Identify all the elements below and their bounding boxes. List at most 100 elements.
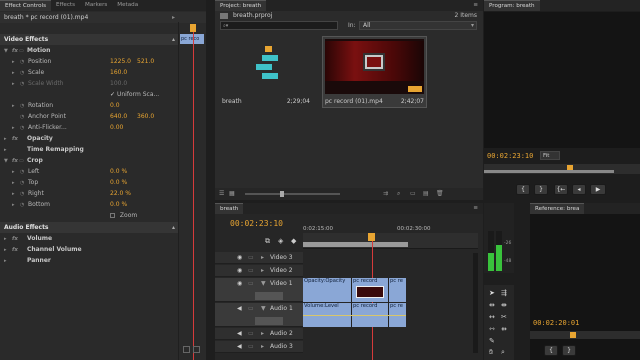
effect-zoom-icon[interactable] — [183, 346, 190, 353]
rolling-edit-tool-icon[interactable]: ⇼ — [501, 301, 507, 309]
tab-markers[interactable]: Markers — [80, 0, 112, 11]
project-item-sequence[interactable]: breath 2;29;04 — [220, 36, 312, 108]
mark-out-button[interactable]: } — [534, 184, 548, 195]
delete-icon[interactable]: 🗑︎ — [436, 190, 444, 197]
crop-top-value[interactable]: 0.0 % — [110, 177, 127, 188]
crop-bottom-value[interactable]: 0.0 % — [110, 199, 127, 210]
tab-program[interactable]: Program: breath — [484, 0, 540, 11]
eye-icon[interactable]: ◉ — [237, 254, 242, 261]
panel-menu-icon[interactable]: ≡ — [468, 0, 483, 11]
icon-view-icon[interactable]: ▦ — [229, 190, 235, 197]
position-y-value[interactable]: 521.0 — [137, 56, 154, 67]
selection-tool-icon[interactable]: ➤ — [489, 289, 495, 297]
new-bin-icon[interactable]: ▭ — [410, 190, 416, 197]
reference-mark-in-button[interactable]: { — [544, 345, 558, 356]
lock-icon[interactable]: ▭ — [248, 267, 254, 274]
mark-in-button[interactable]: { — [516, 184, 530, 195]
speaker-icon[interactable]: ◀︎ — [237, 330, 242, 337]
slide-tool-icon[interactable]: ⇻ — [501, 325, 507, 333]
crop-right-value[interactable]: 22.0 % — [110, 188, 131, 199]
zoom-checkbox[interactable] — [110, 213, 115, 218]
zoom-tool-icon[interactable]: ⌕ — [501, 348, 505, 357]
expand-triangle-icon[interactable]: ▸ — [261, 343, 264, 350]
zoom-slider-thumb[interactable] — [280, 191, 284, 197]
slip-tool-icon[interactable]: ⇿ — [489, 325, 495, 333]
fit-select[interactable]: Fit — [540, 151, 560, 160]
in-select[interactable]: All ▾ — [359, 21, 477, 30]
eye-icon[interactable]: ◉ — [237, 267, 242, 274]
track-select-tool-icon[interactable]: ⇶ — [501, 289, 507, 297]
tab-effects[interactable]: Effects — [51, 0, 80, 11]
channel-volume-row[interactable]: ▸ fx Channel Volume — [0, 244, 206, 255]
project-item-clip[interactable]: pc record (01).mp4 2;42;07 — [322, 36, 427, 108]
anchor-x-value[interactable]: 640.0 — [110, 111, 127, 122]
crop-left-value[interactable]: 0.0 % — [110, 166, 127, 177]
playhead-marker-icon[interactable] — [368, 233, 375, 241]
add-marker-icon[interactable]: ◈ — [278, 237, 283, 245]
collapse-icon[interactable]: ▴ — [172, 34, 175, 45]
list-view-icon[interactable]: ☰ — [219, 190, 224, 197]
linked-selection-icon[interactable]: ◆ — [291, 237, 296, 245]
clip-video-opacity[interactable]: Opacity:Opacity — [303, 278, 351, 302]
keyframe-nav[interactable] — [255, 317, 283, 325]
work-area-bar[interactable] — [303, 242, 408, 247]
expand-triangle-icon[interactable]: ▸ — [261, 267, 264, 274]
effect-mini-clip[interactable]: pc reco — [180, 34, 204, 44]
playhead-marker-icon[interactable] — [570, 332, 576, 338]
panner-row[interactable]: ▸ Panner — [0, 255, 206, 266]
position-x-value[interactable]: 1225.0 — [110, 56, 131, 67]
tab-timeline[interactable]: breath — [215, 203, 244, 214]
program-scrub-bar[interactable] — [484, 164, 640, 174]
keyframe-nav[interactable] — [255, 292, 283, 300]
tab-project[interactable]: Project: breath — [215, 0, 267, 11]
tab-reference[interactable]: Reference: brea — [530, 203, 585, 214]
rate-stretch-tool-icon[interactable]: ↔ — [489, 313, 495, 321]
timeline-timecode[interactable]: 00:02:23:10 — [230, 219, 283, 228]
go-to-in-button[interactable]: {← — [554, 184, 568, 195]
automate-icon[interactable]: ⇉ — [383, 190, 388, 197]
eye-icon[interactable]: ◉ — [237, 280, 242, 287]
scale-value[interactable]: 160.0 — [110, 67, 127, 78]
reference-timecode[interactable]: 00:02:20:01 — [533, 319, 579, 327]
reference-mark-out-button[interactable]: } — [562, 345, 576, 356]
time-remapping-row[interactable]: ▸ Time Remapping — [0, 144, 206, 155]
opacity-row[interactable]: ▸ fx Opacity — [0, 133, 206, 144]
speaker-icon[interactable]: ◀︎ — [237, 305, 242, 312]
step-back-button[interactable]: ◂ — [572, 184, 586, 195]
timeline-scrollbar[interactable] — [473, 253, 478, 353]
expand-triangle-icon[interactable]: ▼ — [261, 305, 266, 312]
collapse-icon[interactable]: ▴ — [172, 222, 175, 233]
uniform-scale-checkbox[interactable]: ✓ — [110, 91, 115, 98]
mini-playhead-marker-icon[interactable] — [190, 24, 196, 32]
expand-triangle-icon[interactable]: ▸ — [4, 256, 12, 267]
antiflicker-value[interactable]: 0.00 — [110, 122, 123, 133]
expand-arrow-icon[interactable]: ▸ — [172, 12, 175, 23]
pen-tool-icon[interactable]: ✎ — [489, 337, 495, 345]
volume-rubberband[interactable] — [303, 315, 406, 316]
effect-zoom-icon-2[interactable] — [193, 346, 200, 353]
expand-triangle-icon[interactable]: ▼ — [261, 280, 266, 287]
play-button[interactable]: ▶ — [590, 184, 606, 195]
program-timecode[interactable]: 00:02:23:10 — [487, 152, 533, 160]
crop-row[interactable]: ▼ fx▭ Crop — [0, 155, 206, 166]
find-icon[interactable]: ⌕ — [397, 190, 400, 198]
lock-icon[interactable]: ▭ — [248, 343, 254, 350]
tab-effect-controls[interactable]: Effect Controls — [0, 0, 52, 11]
zoom-slider[interactable] — [245, 191, 340, 197]
panel-menu-icon[interactable]: ≡ — [468, 203, 483, 214]
speaker-icon[interactable]: ◀︎ — [237, 343, 242, 350]
hand-tool-icon[interactable]: ✋︎ — [489, 348, 493, 357]
lock-icon[interactable]: ▭ — [248, 330, 254, 337]
clip-video-pcre[interactable]: pc re — [388, 278, 406, 302]
anchor-y-value[interactable]: 360.0 — [137, 111, 154, 122]
clip-video-pcrecord[interactable]: pc record — [351, 278, 388, 302]
razor-tool-icon[interactable]: ✂ — [501, 313, 507, 321]
lock-icon[interactable]: ▭ — [248, 280, 254, 287]
expand-triangle-icon[interactable]: ▸ — [261, 254, 264, 261]
motion-row[interactable]: ▼ fx▭ Motion — [0, 45, 206, 56]
time-ruler[interactable] — [303, 233, 478, 249]
project-search-input[interactable]: ⌕▾ — [220, 21, 338, 30]
new-item-icon[interactable]: ▤ — [423, 190, 429, 197]
rotation-value[interactable]: 0.0 — [110, 100, 120, 111]
tab-metadata[interactable]: Metada — [112, 0, 143, 11]
